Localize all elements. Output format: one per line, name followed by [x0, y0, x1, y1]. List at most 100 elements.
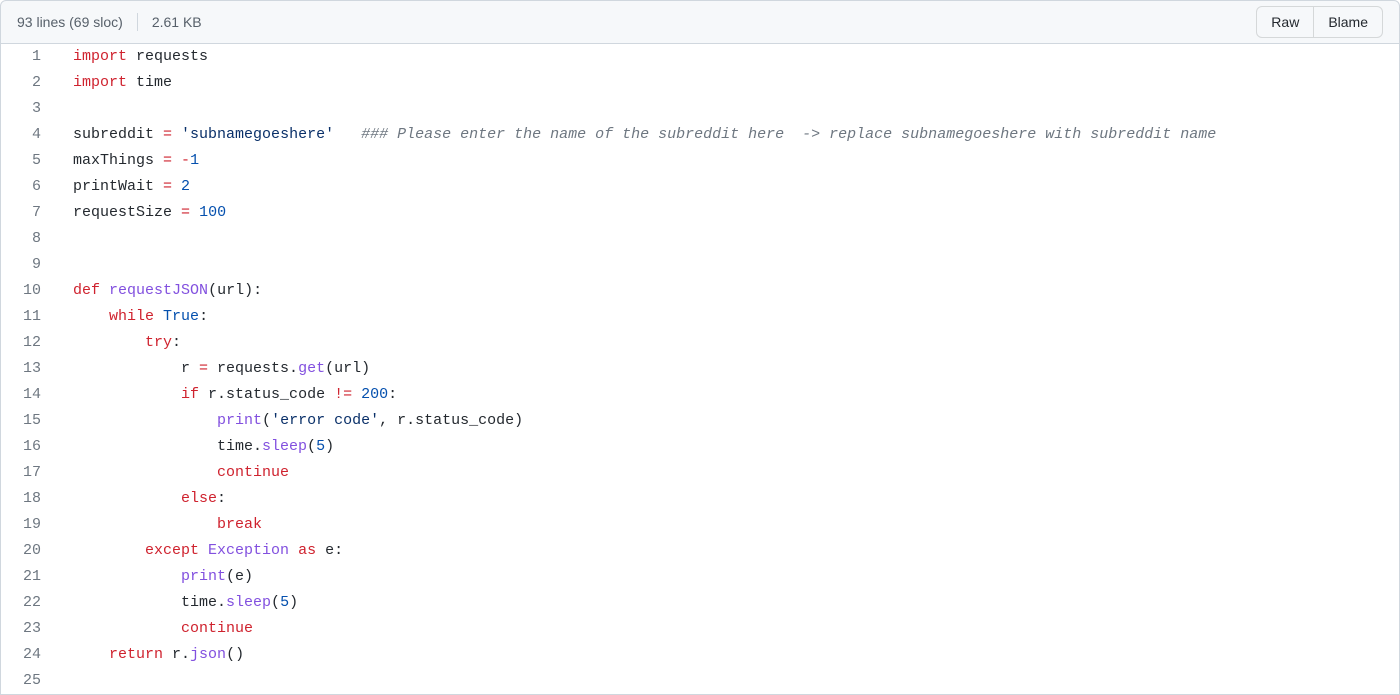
button-group: Raw Blame: [1256, 6, 1383, 38]
code-line[interactable]: 3: [1, 96, 1399, 122]
code-line[interactable]: 11 while True:: [1, 304, 1399, 330]
code-content[interactable]: [57, 226, 1399, 252]
token-txt: [73, 308, 109, 325]
file-size: 2.61 KB: [152, 14, 202, 30]
code-line[interactable]: 12 try:: [1, 330, 1399, 356]
code-line[interactable]: 24 return r.json(): [1, 642, 1399, 668]
line-number[interactable]: 3: [1, 96, 57, 122]
code-line[interactable]: 4subreddit = 'subnamegoeshere' ### Pleas…: [1, 122, 1399, 148]
code-line[interactable]: 22 time.sleep(5): [1, 590, 1399, 616]
line-number[interactable]: 23: [1, 616, 57, 642]
code-content[interactable]: break: [57, 512, 1399, 538]
code-line[interactable]: 2import time: [1, 70, 1399, 96]
code-content[interactable]: time.sleep(5): [57, 434, 1399, 460]
line-number[interactable]: 9: [1, 252, 57, 278]
token-kw: return: [109, 646, 163, 663]
code-content[interactable]: continue: [57, 460, 1399, 486]
token-txt: [154, 308, 163, 325]
code-line[interactable]: 1import requests: [1, 44, 1399, 70]
token-txt: printWait: [73, 178, 163, 195]
token-fn: print: [181, 568, 226, 585]
code-line[interactable]: 7requestSize = 100: [1, 200, 1399, 226]
line-number[interactable]: 22: [1, 590, 57, 616]
code-content[interactable]: try:: [57, 330, 1399, 356]
token-op: !=: [334, 386, 352, 403]
token-txt: [352, 386, 361, 403]
code-line[interactable]: 20 except Exception as e:: [1, 538, 1399, 564]
code-content[interactable]: maxThings = -1: [57, 148, 1399, 174]
code-content[interactable]: except Exception as e:: [57, 538, 1399, 564]
blame-button[interactable]: Blame: [1313, 6, 1383, 38]
token-fn: sleep: [226, 594, 271, 611]
code-line[interactable]: 17 continue: [1, 460, 1399, 486]
code-line[interactable]: 5maxThings = -1: [1, 148, 1399, 174]
code-content[interactable]: def requestJSON(url):: [57, 278, 1399, 304]
code-line[interactable]: 16 time.sleep(5): [1, 434, 1399, 460]
code-content[interactable]: print('error code', r.status_code): [57, 408, 1399, 434]
token-op: =: [163, 152, 172, 169]
line-number[interactable]: 20: [1, 538, 57, 564]
token-kw: import: [73, 48, 127, 65]
token-op: =: [181, 204, 190, 221]
code-line[interactable]: 21 print(e): [1, 564, 1399, 590]
code-line[interactable]: 8: [1, 226, 1399, 252]
code-content[interactable]: subreddit = 'subnamegoeshere' ### Please…: [57, 122, 1399, 148]
code-content[interactable]: [57, 668, 1399, 694]
line-number[interactable]: 24: [1, 642, 57, 668]
code-line[interactable]: 18 else:: [1, 486, 1399, 512]
token-txt: [289, 542, 298, 559]
line-number[interactable]: 6: [1, 174, 57, 200]
code-line[interactable]: 19 break: [1, 512, 1399, 538]
code-content[interactable]: if r.status_code != 200:: [57, 382, 1399, 408]
line-number[interactable]: 12: [1, 330, 57, 356]
code-content[interactable]: [57, 96, 1399, 122]
code-line[interactable]: 13 r = requests.get(url): [1, 356, 1399, 382]
line-number[interactable]: 7: [1, 200, 57, 226]
token-txt: time.: [73, 438, 262, 455]
raw-button[interactable]: Raw: [1256, 6, 1314, 38]
token-txt: [73, 516, 217, 533]
code-block[interactable]: 1import requests2import time3 4subreddit…: [0, 44, 1400, 695]
line-number[interactable]: 18: [1, 486, 57, 512]
line-number[interactable]: 4: [1, 122, 57, 148]
line-number[interactable]: 11: [1, 304, 57, 330]
line-number[interactable]: 15: [1, 408, 57, 434]
code-content[interactable]: time.sleep(5): [57, 590, 1399, 616]
code-line[interactable]: 23 continue: [1, 616, 1399, 642]
token-txt: [73, 334, 145, 351]
code-content[interactable]: continue: [57, 616, 1399, 642]
token-txt: [73, 620, 181, 637]
code-content[interactable]: printWait = 2: [57, 174, 1399, 200]
line-number[interactable]: 25: [1, 668, 57, 694]
line-number[interactable]: 21: [1, 564, 57, 590]
token-txt: (url):: [208, 282, 262, 299]
code-content[interactable]: r = requests.get(url): [57, 356, 1399, 382]
line-number[interactable]: 14: [1, 382, 57, 408]
code-line[interactable]: 14 if r.status_code != 200:: [1, 382, 1399, 408]
code-line[interactable]: 6printWait = 2: [1, 174, 1399, 200]
line-number[interactable]: 1: [1, 44, 57, 70]
code-line[interactable]: 10def requestJSON(url):: [1, 278, 1399, 304]
code-line[interactable]: 9: [1, 252, 1399, 278]
line-number[interactable]: 19: [1, 512, 57, 538]
token-kw: break: [217, 516, 262, 533]
token-kw: def: [73, 282, 100, 299]
code-content[interactable]: while True:: [57, 304, 1399, 330]
code-line[interactable]: 25: [1, 668, 1399, 694]
code-content[interactable]: import time: [57, 70, 1399, 96]
code-content[interactable]: import requests: [57, 44, 1399, 70]
line-number[interactable]: 10: [1, 278, 57, 304]
line-number[interactable]: 17: [1, 460, 57, 486]
code-content[interactable]: print(e): [57, 564, 1399, 590]
code-content[interactable]: requestSize = 100: [57, 200, 1399, 226]
line-number[interactable]: 16: [1, 434, 57, 460]
code-line[interactable]: 15 print('error code', r.status_code): [1, 408, 1399, 434]
token-txt: requests.: [208, 360, 298, 377]
line-number[interactable]: 8: [1, 226, 57, 252]
line-number[interactable]: 2: [1, 70, 57, 96]
line-number[interactable]: 5: [1, 148, 57, 174]
code-content[interactable]: else:: [57, 486, 1399, 512]
line-number[interactable]: 13: [1, 356, 57, 382]
code-content[interactable]: return r.json(): [57, 642, 1399, 668]
code-content[interactable]: [57, 252, 1399, 278]
